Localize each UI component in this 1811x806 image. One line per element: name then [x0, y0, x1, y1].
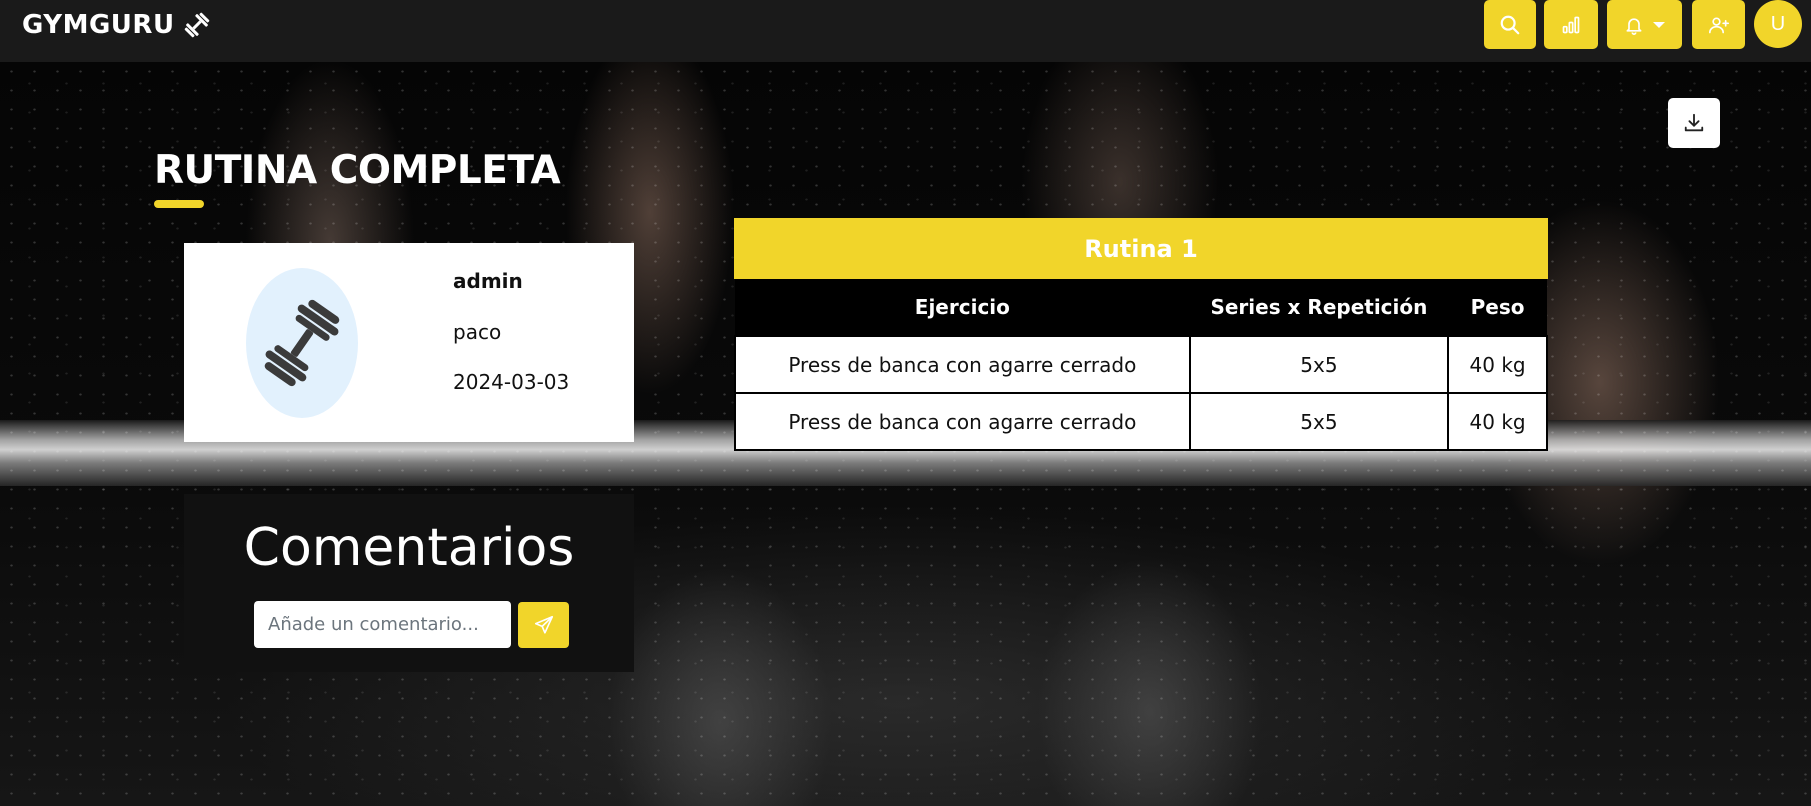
exercise-cell: Press de banca con agarre cerrado [734, 335, 1191, 394]
notifications-dropdown-button[interactable] [1607, 0, 1682, 49]
chart-icon [1562, 16, 1580, 33]
dumbbell-icon [184, 12, 209, 38]
user-avatar[interactable]: U [1754, 0, 1802, 48]
routine-title: Rutina 1 [734, 218, 1548, 279]
send-comment-button[interactable] [518, 602, 569, 648]
caret-down-icon [1652, 21, 1665, 28]
weight-cell: 40 kg [1447, 392, 1548, 451]
stats-button[interactable] [1544, 0, 1598, 49]
weight-cell: 40 kg [1447, 335, 1548, 394]
dumbbell-icon [264, 299, 340, 387]
routine-table: Ejercicio Series x Repetición Peso Press… [734, 279, 1548, 451]
profile-name: paco [453, 320, 502, 344]
sets-reps-cell: 5x5 [1188, 335, 1450, 394]
profile-username: admin [453, 269, 523, 293]
comments-card: Comentarios [184, 494, 634, 672]
search-button[interactable] [1484, 0, 1536, 49]
navbar: GYMGURU U [0, 0, 1811, 62]
comments-heading: Comentarios [243, 518, 575, 578]
profile-card: admin paco 2024-03-03 [184, 243, 634, 442]
download-icon [1684, 113, 1704, 132]
column-header-sets-reps: Series x Repetición [1189, 279, 1449, 336]
comment-input[interactable] [254, 601, 511, 648]
table-row: Press de banca con agarre cerrado 5x5 40… [734, 392, 1548, 451]
send-icon [534, 615, 553, 634]
routine-table-card: Rutina 1 Ejercicio Series x Repetición P… [734, 218, 1548, 451]
sets-reps-cell: 5x5 [1188, 392, 1450, 451]
brand-name: GYMGURU [22, 10, 175, 40]
page-title: RUTINA COMPLETA [154, 148, 561, 193]
column-header-weight: Peso [1448, 279, 1547, 336]
exercise-cell: Press de banca con agarre cerrado [734, 392, 1191, 451]
bell-icon [1626, 17, 1641, 35]
brand-logo[interactable]: GYMGURU [22, 10, 211, 40]
table-header-row: Ejercicio Series x Repetición Peso [735, 279, 1547, 336]
column-header-exercise: Ejercicio [735, 279, 1190, 336]
add-user-button[interactable] [1692, 0, 1745, 49]
avatar-initial: U [1770, 12, 1786, 35]
profile-date: 2024-03-03 [453, 370, 570, 394]
search-icon [1500, 15, 1520, 34]
profile-image [246, 268, 358, 418]
user-plus-icon [1708, 17, 1729, 33]
title-underline [154, 200, 204, 208]
table-row: Press de banca con agarre cerrado 5x5 40… [734, 335, 1548, 394]
download-button[interactable] [1668, 98, 1720, 148]
